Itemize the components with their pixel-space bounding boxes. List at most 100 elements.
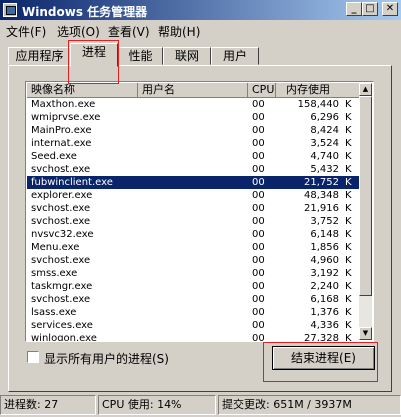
window-title: Windows 任务管理器 [22,5,148,19]
task-manager-icon [3,3,17,17]
process-name: svchost.exe [31,255,91,266]
memory-unit: K [345,333,352,342]
process-memory: 4,740 [310,151,339,162]
scroll-thumb[interactable] [359,96,372,296]
close-button[interactable]: ✕ [382,2,398,16]
scroll-up-button[interactable]: ▲ [359,83,372,96]
table-row[interactable]: lsass.exe 00 1,376 K [27,306,360,319]
process-name: internat.exe [31,138,92,149]
table-row[interactable]: Menu.exe 00 1,856 K [27,241,360,254]
table-row[interactable]: nvsvc32.exe 00 6,148 K [27,228,360,241]
table-row[interactable]: taskmgr.exe 00 2,240 K [27,280,360,293]
process-memory: 6,168 [310,294,339,305]
process-cpu: 00 [252,203,265,214]
memory-unit: K [345,112,352,123]
process-memory: 6,148 [310,229,339,240]
process-cpu: 00 [252,138,265,149]
process-cpu: 00 [252,333,265,342]
table-row[interactable]: winlogon.exe 00 27,328 K [27,332,360,342]
process-name: svchost.exe [31,203,91,214]
process-cpu: 00 [252,268,265,279]
table-row[interactable]: svchost.exe 00 5,432 K [27,163,360,176]
tab-performance[interactable]: 性能 [118,47,163,65]
process-name: MainPro.exe [31,125,92,136]
process-memory: 21,916 [304,203,339,214]
memory-unit: K [345,138,352,149]
column-image-name[interactable]: 映像名称 [27,83,138,98]
memory-unit: K [345,125,352,136]
tab-processes[interactable]: 进程 [70,43,118,67]
minimize-button[interactable]: _ [346,2,362,16]
column-cpu[interactable]: CPU [248,83,276,98]
table-row[interactable]: internat.exe 00 3,524 K [27,137,360,150]
vertical-scrollbar[interactable]: ▲ ▼ [359,83,372,340]
process-name: svchost.exe [31,294,91,305]
memory-unit: K [345,268,352,279]
tab-strip: 应用程序 进程 性能 联网 用户 [0,38,401,67]
maximize-button[interactable]: □ [362,2,378,16]
process-cpu: 00 [252,99,265,110]
process-name: svchost.exe [31,216,91,227]
table-row[interactable]: smss.exe 00 3,192 K [27,267,360,280]
table-row[interactable]: svchost.exe 00 6,168 K [27,293,360,306]
table-row[interactable]: svchost.exe 00 3,752 K [27,215,360,228]
table-row[interactable]: Seed.exe 00 4,740 K [27,150,360,163]
memory-unit: K [345,190,352,201]
title-bar[interactable]: Windows 任务管理器 _ □ ✕ [0,0,401,20]
table-row[interactable]: Maxthon.exe 00 158,440 K [27,98,360,111]
table-row[interactable]: fubwinclient.exe 00 21,752 K [27,176,360,189]
column-header-row: 映像名称 用户名 CPU 内存使用 [27,83,360,98]
show-all-users-checkbox[interactable] [27,351,39,363]
tab-users[interactable]: 用户 [211,47,259,65]
table-row[interactable]: wmiprvse.exe 00 6,296 K [27,111,360,124]
process-memory: 1,376 [310,307,339,318]
process-name: fubwinclient.exe [31,177,113,188]
tab-networking[interactable]: 联网 [163,47,211,65]
memory-unit: K [345,151,352,162]
process-memory: 4,960 [310,255,339,266]
column-user-name[interactable]: 用户名 [138,83,248,98]
tab-applications[interactable]: 应用程序 [8,47,71,65]
memory-unit: K [345,255,352,266]
process-cpu: 00 [252,294,265,305]
process-memory: 6,296 [310,112,339,123]
table-row[interactable]: services.exe 00 4,336 K [27,319,360,332]
process-cpu: 00 [252,229,265,240]
process-cpu: 00 [252,255,265,266]
end-process-button[interactable]: 结束进程(E) [272,346,375,370]
table-row[interactable]: explorer.exe 00 48,348 K [27,189,360,202]
status-commit-charge: 提交更改: 651M / 3937M [218,395,401,415]
scroll-down-button[interactable]: ▼ [359,327,372,340]
process-memory: 4,336 [310,320,339,331]
memory-unit: K [345,177,352,188]
process-name: lsass.exe [31,307,77,318]
process-memory: 158,440 [297,99,339,110]
process-name: smss.exe [31,268,78,279]
status-cpu-usage: CPU 使用: 14% [98,395,216,415]
process-list[interactable]: 映像名称 用户名 CPU 内存使用 Maxthon.exe 00 158,440 Kw… [25,81,374,342]
process-name: Seed.exe [31,151,77,162]
process-cpu: 00 [252,216,265,227]
process-cpu: 00 [252,151,265,162]
memory-unit: K [345,294,352,305]
process-memory: 48,348 [304,190,339,201]
process-name: wmiprvse.exe [31,112,101,123]
memory-unit: K [345,242,352,253]
memory-unit: K [345,164,352,175]
process-name: svchost.exe [31,164,91,175]
memory-unit: K [345,320,352,331]
process-cpu: 00 [252,190,265,201]
process-memory: 27,328 [304,333,339,342]
table-row[interactable]: MainPro.exe 00 8,424 K [27,124,360,137]
show-all-users-label: 显示所有用户的进程(S) [44,352,169,366]
table-row[interactable]: svchost.exe 00 21,916 K [27,202,360,215]
process-memory: 2,240 [310,281,339,292]
table-row[interactable]: svchost.exe 00 4,960 K [27,254,360,267]
process-name: Menu.exe [31,242,80,253]
process-memory: 3,192 [310,268,339,279]
column-memory[interactable]: 内存使用 [276,83,360,98]
process-cpu: 00 [252,307,265,318]
process-cpu: 00 [252,242,265,253]
status-bar: 进程数: 27 CPU 使用: 14% 提交更改: 651M / 3937M [0,395,401,417]
process-memory: 3,752 [310,216,339,227]
